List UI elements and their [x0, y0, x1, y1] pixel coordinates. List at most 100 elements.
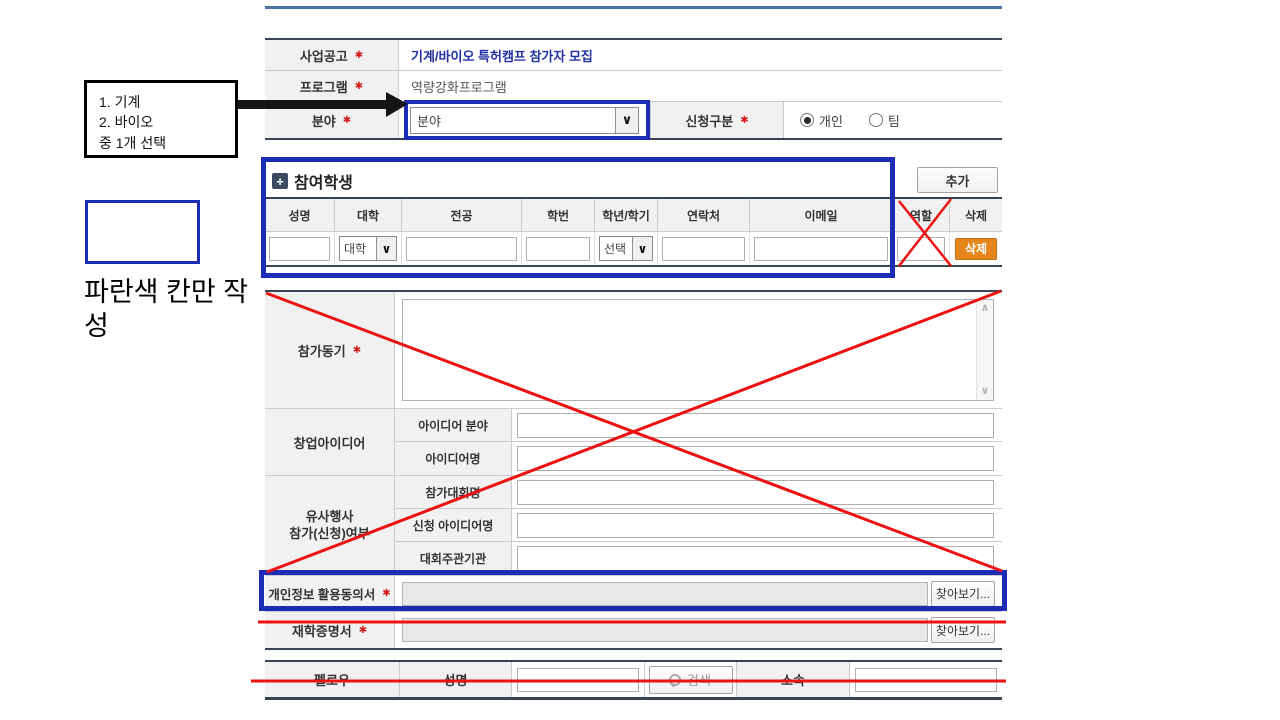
col-header-student-id: 학번: [522, 199, 595, 232]
idea-name-input[interactable]: [517, 446, 994, 471]
motivation-textarea[interactable]: ∧ ∨: [402, 299, 994, 401]
col-header-name: 성명: [265, 199, 335, 232]
idea-name-label: 아이디어명: [395, 442, 512, 475]
announcement-row: 사업공고 ✱ 기계/바이오 특허캠프 참가자 모집: [265, 40, 1002, 71]
applied-idea-cell: [512, 509, 1002, 541]
fellow-name-label-cell: 성명: [400, 662, 512, 697]
privacy-label: 개인정보 활용동의서: [268, 584, 375, 603]
program-label-cell: 프로그램 ✱: [265, 71, 399, 101]
add-student-button[interactable]: 추가: [917, 167, 998, 193]
col-header-university: 대학: [335, 199, 402, 232]
enrollment-label: 재학증명서: [292, 621, 352, 640]
blue-fields-note: 파란색 칸만 작성: [84, 276, 249, 344]
role-input[interactable]: [897, 237, 945, 261]
startup-idea-subrows: 아이디어 분야 아이디어명: [395, 409, 1002, 475]
chevron-down-icon[interactable]: ∨: [632, 237, 652, 260]
privacy-file-cell: 찾아보기...: [395, 576, 1002, 611]
apply-type-label: 신청구분: [685, 111, 733, 130]
fellow-table: 펠로우 성명 검색 소속: [265, 660, 1002, 700]
enrollment-browse-button[interactable]: 찾아보기...: [931, 617, 995, 643]
privacy-browse-button[interactable]: 찾아보기...: [931, 581, 995, 607]
enrollment-file-cell: 찾아보기...: [395, 612, 1002, 648]
student-id-input[interactable]: [526, 237, 590, 261]
fellow-search-button[interactable]: 검색: [649, 666, 733, 694]
field-row: 분야 ✱ 분야 ∨ 신청구분 ✱ 개인 팀: [265, 102, 1002, 138]
fellow-name-cell: [512, 662, 645, 697]
required-icon: ✱: [740, 115, 748, 126]
plus-icon: +: [272, 173, 288, 189]
required-icon: ✱: [355, 50, 363, 61]
chevron-down-icon[interactable]: ∨: [376, 237, 396, 260]
student-id-cell: [522, 232, 595, 265]
contact-input[interactable]: [662, 237, 745, 261]
fellow-affiliation-label-cell: 소속: [737, 662, 850, 697]
university-cell: 대학 ∨: [335, 232, 402, 265]
similar-event-label-cell: 유사행사 참가(신청)여부: [265, 476, 395, 575]
idea-field-input[interactable]: [517, 413, 994, 438]
announcement-value: 기계/바이오 특허캠프 참가자 모집: [411, 46, 593, 65]
contest-name-input[interactable]: [517, 480, 994, 505]
delete-student-button[interactable]: 삭제: [955, 238, 997, 260]
contest-name-label: 참가대회명: [395, 476, 512, 508]
contest-name-subrow: 참가대회명: [395, 476, 1002, 509]
col-header-role: 역할: [893, 199, 950, 232]
note-line: 2. 바이오: [99, 112, 235, 132]
idea-field-cell: [512, 409, 1002, 441]
field-select-value: 분야: [411, 108, 615, 133]
email-input[interactable]: [754, 237, 888, 261]
applied-idea-subrow: 신청 아이디어명: [395, 509, 1002, 542]
host-org-input[interactable]: [517, 546, 994, 571]
radio-individual-label: 개인: [819, 111, 843, 130]
year-semester-select-value: 선택: [600, 237, 632, 260]
apply-type-label-cell: 신청구분 ✱: [650, 102, 784, 138]
idea-name-cell: [512, 442, 1002, 475]
student-input-row: 대학 ∨ 선택 ∨ 삭제: [265, 232, 1002, 265]
scroll-up-icon[interactable]: ∧: [981, 303, 990, 314]
radio-team-label: 팀: [888, 111, 900, 130]
similar-event-label: 유사행사 참가(신청)여부: [289, 509, 369, 543]
fellow-search-cell: 검색: [645, 662, 737, 697]
similar-event-label-line2: 참가(신청)여부: [289, 526, 369, 543]
page-top-divider: [265, 6, 1002, 9]
motivation-value-cell: ∧ ∨: [395, 292, 1002, 408]
similar-event-row: 유사행사 참가(신청)여부 참가대회명 신청 아이디어명 대회주관기관: [265, 476, 1002, 576]
fellow-label-cell: 펠로우: [265, 662, 400, 697]
radio-team[interactable]: 팀: [869, 111, 900, 130]
applied-idea-input[interactable]: [517, 513, 994, 538]
motivation-row: 참가동기 ✱ ∧ ∨: [265, 292, 1002, 409]
year-semester-select[interactable]: 선택 ∨: [599, 236, 653, 261]
scroll-down-icon[interactable]: ∨: [981, 386, 990, 397]
col-header-delete: 삭제: [950, 199, 1002, 232]
required-icon: ✱: [343, 115, 351, 126]
university-select[interactable]: 대학 ∨: [339, 236, 397, 261]
privacy-label-cell: 개인정보 활용동의서 ✱: [265, 576, 395, 611]
students-table: 성명 대학 전공 학번 학년/학기 연락처 이메일 역할 삭제 대학 ∨ 선택: [265, 197, 1002, 267]
contest-name-cell: [512, 476, 1002, 508]
students-title-text: 참여학생: [294, 169, 353, 193]
delete-cell: 삭제: [950, 232, 1002, 265]
major-input[interactable]: [406, 237, 517, 261]
fellow-affiliation-input[interactable]: [855, 668, 997, 692]
idea-field-subrow: 아이디어 분야: [395, 409, 1002, 442]
radio-selected-icon: [800, 113, 814, 127]
textarea-scrollbar[interactable]: ∧ ∨: [976, 300, 993, 400]
year-semester-cell: 선택 ∨: [595, 232, 658, 265]
application-form-page: 1. 기계 2. 바이오 중 1개 선택 파란색 칸만 작성 사업공고 ✱ 기계…: [0, 0, 1280, 720]
chevron-down-icon[interactable]: ∨: [615, 108, 638, 133]
motivation-label-cell: 참가동기 ✱: [265, 292, 395, 408]
program-row: 프로그램 ✱ 역량강화프로그램: [265, 71, 1002, 102]
similar-event-subrows: 참가대회명 신청 아이디어명 대회주관기관: [395, 476, 1002, 575]
role-cell: [893, 232, 950, 265]
required-icon: ✱: [355, 81, 363, 92]
field-select[interactable]: 분야 ∨: [410, 107, 639, 134]
field-label-cell: 분야 ✱: [265, 102, 399, 138]
name-input[interactable]: [269, 237, 330, 261]
fellow-name-input[interactable]: [517, 668, 639, 692]
required-icon: ✱: [382, 588, 390, 599]
announcement-label-cell: 사업공고 ✱: [265, 40, 399, 70]
announcement-label: 사업공고: [300, 46, 348, 65]
radio-individual[interactable]: 개인: [800, 111, 843, 130]
contact-cell: [658, 232, 750, 265]
enrollment-file-field: [402, 618, 928, 642]
radio-unselected-icon: [869, 113, 883, 127]
